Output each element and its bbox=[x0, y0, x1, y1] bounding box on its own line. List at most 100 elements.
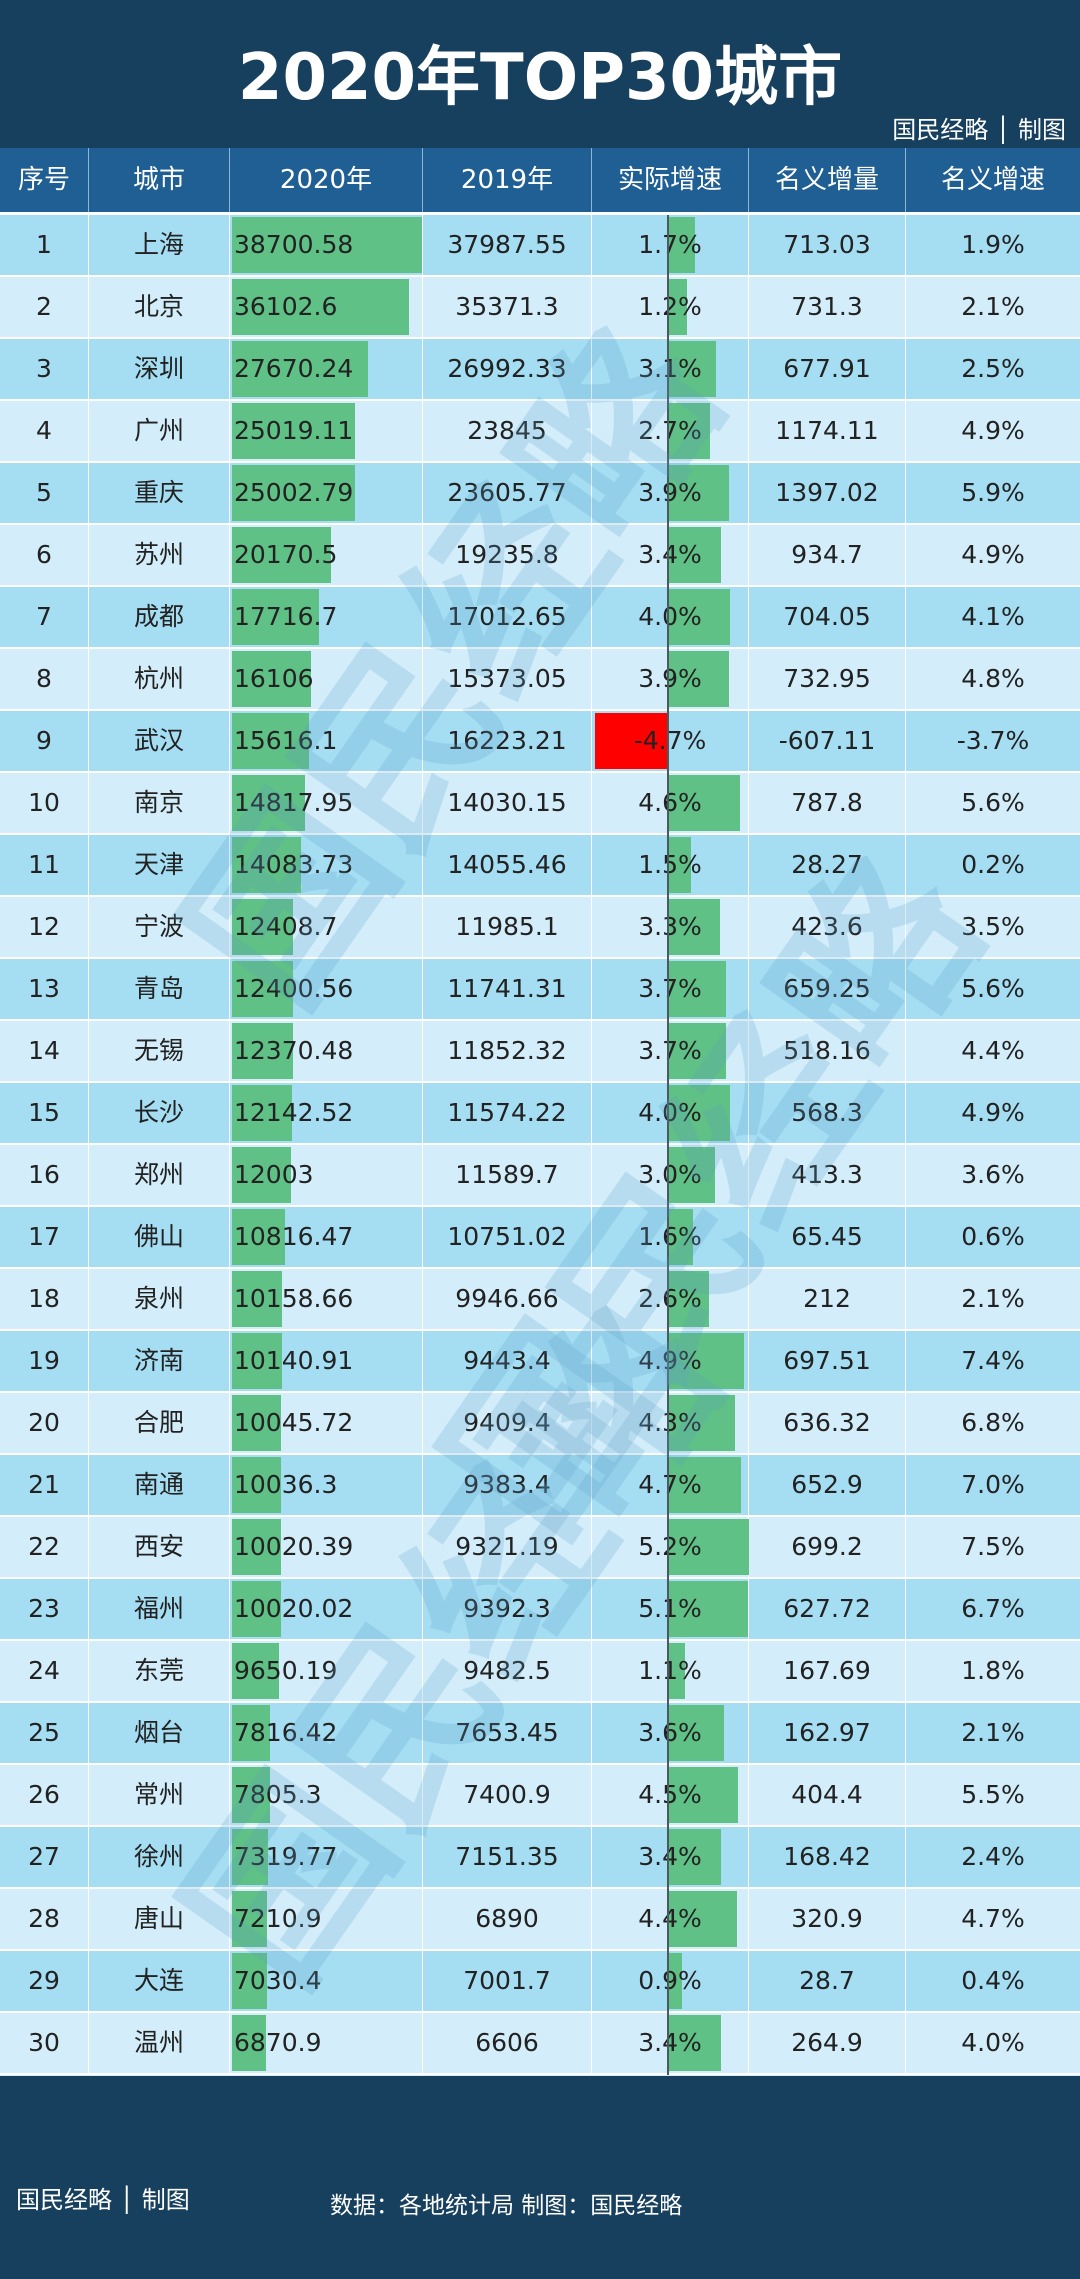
real-growth-value: 3.6% bbox=[638, 1718, 702, 1747]
gdp-2019-cell: 14055.46 bbox=[423, 835, 592, 895]
gdp-2019-cell: 9321.19 bbox=[423, 1517, 592, 1577]
gdp-2020-value: 10140.91 bbox=[234, 1346, 354, 1375]
rank-cell: 29 bbox=[0, 1951, 89, 2011]
table-row: 25 烟台 7816.42 7653.45 3.6% 162.97 2.1% bbox=[0, 1703, 1080, 1765]
real-growth-cell: 3.6% bbox=[592, 1703, 749, 1763]
rank-cell: 8 bbox=[0, 649, 89, 709]
table-row: 2 北京 36102.6 35371.3 1.2% 731.3 2.1% bbox=[0, 277, 1080, 339]
nominal-increase-cell: 652.9 bbox=[749, 1455, 906, 1515]
table-row: 9 武汉 15616.1 16223.21 -4.7% -607.11 -3.7% bbox=[0, 711, 1080, 773]
real-growth-cell: 3.0% bbox=[592, 1145, 749, 1205]
nominal-increase-cell: 320.9 bbox=[749, 1889, 906, 1949]
gdp-2020-value: 25019.11 bbox=[234, 416, 354, 445]
gdp-2019-cell: 9409.4 bbox=[423, 1393, 592, 1453]
table-row: 13 青岛 12400.56 11741.31 3.7% 659.25 5.6% bbox=[0, 959, 1080, 1021]
nominal-growth-cell: 4.8% bbox=[961, 664, 1025, 693]
nominal-growth-cell: 1.8% bbox=[961, 1656, 1025, 1685]
rank-cell: 30 bbox=[0, 2013, 89, 2073]
rank-cell: 14 bbox=[0, 1021, 89, 1081]
real-growth-value: 3.9% bbox=[638, 664, 702, 693]
real-growth-cell: 3.7% bbox=[592, 959, 749, 1019]
city-cell: 长沙 bbox=[89, 1083, 230, 1143]
gdp-2020-value: 16106 bbox=[234, 664, 314, 693]
real-growth-cell: 4.5% bbox=[592, 1765, 749, 1825]
rank-cell: 23 bbox=[0, 1579, 89, 1639]
gdp-2020-cell: 17716.7 bbox=[230, 587, 423, 647]
gdp-2020-cell: 10140.91 bbox=[230, 1331, 423, 1391]
nominal-increase-cell: 713.03 bbox=[749, 215, 906, 275]
city-cell: 泉州 bbox=[89, 1269, 230, 1329]
gdp-2020-cell: 10816.47 bbox=[230, 1207, 423, 1267]
gdp-2019-cell: 23605.77 bbox=[423, 463, 592, 523]
real-growth-value: 1.5% bbox=[638, 850, 702, 879]
nominal-growth-cell: 5.5% bbox=[961, 1780, 1025, 1809]
table-row: 7 成都 17716.7 17012.65 4.0% 704.05 4.1% bbox=[0, 587, 1080, 649]
city-cell: 大连 bbox=[89, 1951, 230, 2011]
table-row: 24 东莞 9650.19 9482.5 1.1% 167.69 1.8% bbox=[0, 1641, 1080, 1703]
nominal-growth-cell: 1.9% bbox=[961, 230, 1025, 259]
table-row: 14 无锡 12370.48 11852.32 3.7% 518.16 4.4% bbox=[0, 1021, 1080, 1083]
nominal-increase-cell: 65.45 bbox=[749, 1207, 906, 1267]
gdp-2020-cell: 12408.7 bbox=[230, 897, 423, 957]
gdp-2019-cell: 10751.02 bbox=[423, 1207, 592, 1267]
gdp-2020-value: 36102.6 bbox=[234, 292, 338, 321]
gdp-2020-cell: 10045.72 bbox=[230, 1393, 423, 1453]
rank-cell: 1 bbox=[0, 215, 89, 275]
gdp-2020-cell: 38700.58 bbox=[230, 215, 423, 275]
gdp-2020-cell: 6870.9 bbox=[230, 2013, 423, 2073]
real-growth-value: 5.1% bbox=[638, 1594, 702, 1623]
nominal-increase-cell: 423.6 bbox=[749, 897, 906, 957]
city-cell: 杭州 bbox=[89, 649, 230, 709]
nominal-growth-cell: 4.4% bbox=[961, 1036, 1025, 1065]
table-row: 4 广州 25019.11 23845 2.7% 1174.11 4.9% bbox=[0, 401, 1080, 463]
city-cell: 烟台 bbox=[89, 1703, 230, 1763]
city-cell: 西安 bbox=[89, 1517, 230, 1577]
table-row: 12 宁波 12408.7 11985.1 3.3% 423.6 3.5% bbox=[0, 897, 1080, 959]
nominal-growth-cell: 2.1% bbox=[961, 1284, 1025, 1313]
gdp-2020-cell: 12400.56 bbox=[230, 959, 423, 1019]
column-header-2019: 2019年 bbox=[423, 148, 592, 212]
gdp-2020-value: 7816.42 bbox=[234, 1718, 338, 1747]
real-growth-value: 2.6% bbox=[638, 1284, 702, 1313]
gdp-2020-value: 10036.3 bbox=[234, 1470, 338, 1499]
rank-cell: 24 bbox=[0, 1641, 89, 1701]
title-band: 2020年TOP30城市 国民经略 │ 制图 bbox=[0, 0, 1080, 148]
real-growth-value: 4.4% bbox=[638, 1904, 702, 1933]
table-row: 29 大连 7030.4 7001.7 0.9% 28.7 0.4% bbox=[0, 1951, 1080, 2013]
real-growth-value: 1.6% bbox=[638, 1222, 702, 1251]
gdp-2020-cell: 15616.1 bbox=[230, 711, 423, 771]
rank-cell: 21 bbox=[0, 1455, 89, 1515]
nominal-growth-cell: 4.0% bbox=[961, 2028, 1025, 2057]
gdp-2020-cell: 7319.77 bbox=[230, 1827, 423, 1887]
gdp-2020-value: 14083.73 bbox=[234, 850, 354, 879]
city-cell: 武汉 bbox=[89, 711, 230, 771]
real-growth-cell: 3.4% bbox=[592, 525, 749, 585]
rank-cell: 7 bbox=[0, 587, 89, 647]
nominal-increase-cell: 787.8 bbox=[749, 773, 906, 833]
nominal-growth-cell: 5.9% bbox=[961, 478, 1025, 507]
city-cell: 郑州 bbox=[89, 1145, 230, 1205]
real-growth-value: 5.2% bbox=[638, 1532, 702, 1561]
gdp-2020-value: 7210.9 bbox=[234, 1904, 322, 1933]
city-cell: 深圳 bbox=[89, 339, 230, 399]
city-cell: 佛山 bbox=[89, 1207, 230, 1267]
nominal-increase-cell: 659.25 bbox=[749, 959, 906, 1019]
nominal-increase-cell: 404.4 bbox=[749, 1765, 906, 1825]
rank-cell: 15 bbox=[0, 1083, 89, 1143]
nominal-increase-cell: 731.3 bbox=[749, 277, 906, 337]
nominal-increase-cell: 28.27 bbox=[749, 835, 906, 895]
nominal-growth-cell: 2.4% bbox=[961, 1842, 1025, 1871]
nominal-increase-cell: 934.7 bbox=[749, 525, 906, 585]
rank-cell: 13 bbox=[0, 959, 89, 1019]
nominal-increase-cell: 732.95 bbox=[749, 649, 906, 709]
real-growth-value: 3.4% bbox=[638, 2028, 702, 2057]
table-row: 19 济南 10140.91 9443.4 4.9% 697.51 7.4% bbox=[0, 1331, 1080, 1393]
city-cell: 福州 bbox=[89, 1579, 230, 1639]
city-cell: 成都 bbox=[89, 587, 230, 647]
gdp-2020-value: 10020.39 bbox=[234, 1532, 354, 1561]
rank-cell: 28 bbox=[0, 1889, 89, 1949]
column-header-nominal-growth: 名义增速 bbox=[940, 165, 1045, 195]
gdp-2020-value: 7319.77 bbox=[234, 1842, 338, 1871]
real-growth-value: 4.0% bbox=[638, 602, 702, 631]
table-row: 16 郑州 12003 11589.7 3.0% 413.3 3.6% bbox=[0, 1145, 1080, 1207]
